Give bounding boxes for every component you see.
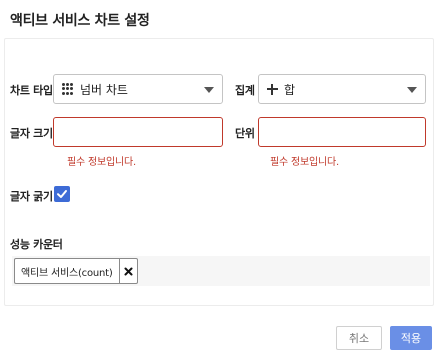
font-size-error: 필수 정보입니다. bbox=[67, 157, 136, 168]
font-size-label: 글자 크기 bbox=[10, 127, 53, 140]
chevron-down-icon bbox=[407, 87, 417, 93]
plus-icon bbox=[267, 83, 278, 95]
cancel-button[interactable]: 취소 bbox=[336, 326, 382, 350]
font-weight-label: 글자 굵기 bbox=[10, 190, 53, 203]
font-size-input[interactable] bbox=[53, 117, 223, 147]
grid-dots-icon bbox=[62, 83, 74, 95]
chart-type-value: 넘버 차트 bbox=[80, 82, 128, 97]
unit-input[interactable] bbox=[258, 117, 426, 147]
aggregate-value: 합 bbox=[284, 82, 296, 97]
chart-type-select[interactable]: 넘버 차트 bbox=[53, 74, 223, 104]
unit-label: 단위 bbox=[235, 127, 255, 140]
check-icon bbox=[57, 190, 67, 198]
remove-chip-button[interactable] bbox=[118, 259, 137, 283]
aggregate-select[interactable]: 합 bbox=[258, 74, 426, 104]
unit-error: 필수 정보입니다. bbox=[270, 157, 339, 168]
chevron-down-icon bbox=[204, 87, 214, 93]
close-icon bbox=[124, 267, 133, 275]
counter-chip: 액티브 서비스(count) bbox=[14, 258, 138, 284]
font-weight-checkbox[interactable] bbox=[54, 186, 70, 202]
aggregate-label: 집계 bbox=[235, 84, 255, 97]
apply-button[interactable]: 적용 bbox=[390, 326, 432, 350]
counter-chip-label: 액티브 서비스(count) bbox=[21, 267, 113, 279]
dialog-title: 액티브 서비스 차트 설정 bbox=[10, 13, 150, 29]
performance-counter-label: 성능 카운터 bbox=[10, 238, 63, 251]
chart-type-label: 차트 타입 bbox=[10, 84, 53, 97]
